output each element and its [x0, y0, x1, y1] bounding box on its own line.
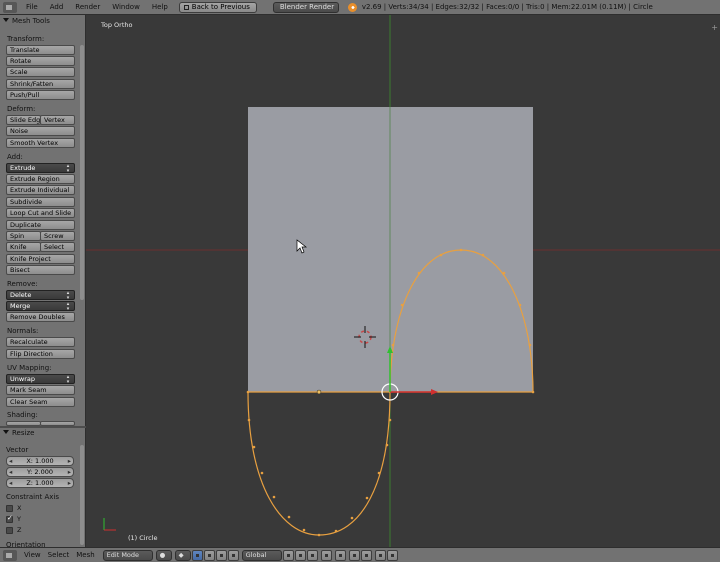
- constraint-y-label: Y: [17, 515, 21, 523]
- editor-type-3d-icon[interactable]: [3, 549, 17, 561]
- merge-menu[interactable]: Merge: [6, 301, 75, 311]
- shading-label: Shading:: [7, 411, 38, 419]
- menu-help[interactable]: Help: [149, 3, 171, 11]
- info-header: File Add Render Window Help Back to Prev…: [0, 0, 720, 15]
- menu-view[interactable]: View: [24, 551, 41, 559]
- shrink-fatten-button[interactable]: Shrink/Fatten: [6, 79, 75, 89]
- extrude-menu[interactable]: Extrude: [6, 163, 75, 173]
- menu-select[interactable]: Select: [48, 551, 70, 559]
- vector-y-field[interactable]: Y: 2.000: [6, 467, 74, 477]
- flip-direction-button[interactable]: Flip Direction: [6, 349, 75, 359]
- rotate-button[interactable]: Rotate: [6, 56, 75, 66]
- render-engine-select[interactable]: Blender Render: [272, 1, 339, 13]
- slide-vertex-button[interactable]: Vertex: [40, 115, 75, 125]
- 3d-viewport[interactable]: Top Ortho (1) Circle +: [86, 15, 720, 547]
- vector-z-field[interactable]: Z: 1.000: [6, 478, 74, 488]
- vertex-select-icon[interactable]: [282, 549, 294, 561]
- constraint-axis-label: Constraint Axis: [6, 493, 60, 501]
- remove-doubles-button[interactable]: Remove Doubles: [6, 312, 75, 322]
- tool-shelf-scrollbar[interactable]: [80, 45, 84, 300]
- view-name-label: Top Ortho: [101, 21, 133, 29]
- menu-add[interactable]: Add: [47, 3, 67, 11]
- resize-panel-header[interactable]: Resize: [3, 429, 34, 437]
- push-pull-button[interactable]: Push/Pull: [6, 90, 75, 100]
- viewport-canvas[interactable]: [86, 15, 720, 547]
- knife-project-button[interactable]: Knife Project: [6, 254, 75, 264]
- screw-button[interactable]: Screw: [40, 231, 75, 241]
- scale-manipulator-icon[interactable]: [227, 549, 239, 561]
- scale-button[interactable]: Scale: [6, 67, 75, 77]
- spin-button[interactable]: Spin: [6, 231, 41, 241]
- add-label: Add:: [7, 153, 23, 161]
- pivot-point-select[interactable]: ◆: [174, 549, 191, 561]
- normals-label: Normals:: [7, 327, 39, 335]
- panel-divider[interactable]: [0, 426, 86, 428]
- unwrap-menu[interactable]: Unwrap: [6, 374, 75, 384]
- vector-label: Vector: [6, 446, 29, 454]
- edge-select-icon[interactable]: [294, 549, 306, 561]
- menu-file[interactable]: File: [23, 3, 41, 11]
- proportional-edit-icon[interactable]: [334, 549, 346, 561]
- constraint-x-label: X: [17, 504, 22, 512]
- origin-dot: [316, 389, 322, 395]
- translate-button[interactable]: Translate: [6, 45, 75, 55]
- viewport-plus-icon[interactable]: +: [711, 23, 718, 32]
- subdivide-button[interactable]: Subdivide: [6, 197, 75, 207]
- tool-shelf: Mesh Tools Transform: Translate Rotate S…: [0, 15, 86, 549]
- snap-element-icon[interactable]: [360, 549, 372, 561]
- 3d-view-header: View Select Mesh Edit Mode ● ◆ Global: [0, 547, 720, 562]
- recalculate-button[interactable]: Recalculate: [6, 337, 75, 347]
- face-select-icon[interactable]: [306, 549, 318, 561]
- mark-seam-button[interactable]: Mark Seam: [6, 385, 75, 395]
- knife-select-button[interactable]: Select: [40, 242, 75, 252]
- blender-logo-icon: [347, 2, 357, 12]
- editor-type-icon[interactable]: [3, 1, 17, 13]
- limit-to-visible-icon[interactable]: [320, 549, 332, 561]
- back-to-previous-button[interactable]: Back to Previous: [178, 1, 257, 13]
- snap-toggle-icon[interactable]: [348, 549, 360, 561]
- slide-edge-button[interactable]: Slide Edge: [6, 115, 41, 125]
- constraint-z-checkbox[interactable]: [6, 527, 13, 534]
- delete-menu[interactable]: Delete: [6, 290, 75, 300]
- extrude-region-button[interactable]: Extrude Region: [6, 174, 75, 184]
- menu-render[interactable]: Render: [72, 3, 103, 11]
- translate-manipulator-icon[interactable]: [203, 549, 215, 561]
- extrude-individual-button[interactable]: Extrude Individual: [6, 185, 75, 195]
- opengl-render-anim-icon[interactable]: [386, 549, 398, 561]
- clear-seam-button[interactable]: Clear Seam: [6, 397, 75, 407]
- opengl-render-icon[interactable]: [374, 549, 386, 561]
- duplicate-button[interactable]: Duplicate: [6, 220, 75, 230]
- constraint-z-label: Z: [17, 526, 22, 534]
- mode-select[interactable]: Edit Mode: [102, 549, 153, 561]
- smooth-vertex-button[interactable]: Smooth Vertex: [6, 138, 75, 148]
- noise-button[interactable]: Noise: [6, 126, 75, 136]
- active-object-label: (1) Circle: [128, 534, 158, 542]
- transform-orientation-select[interactable]: Global: [241, 549, 282, 561]
- constraint-y-checkbox[interactable]: [6, 514, 13, 523]
- vector-x-field[interactable]: X: 1.000: [6, 456, 74, 466]
- manipulator-toggle-icon[interactable]: [191, 549, 203, 561]
- remove-label: Remove:: [7, 280, 38, 288]
- rotate-manipulator-icon[interactable]: [215, 549, 227, 561]
- transform-label: Transform:: [7, 35, 45, 43]
- bisect-button[interactable]: Bisect: [6, 265, 75, 275]
- viewport-shading-select[interactable]: ●: [155, 549, 172, 561]
- screen-back-icon: [183, 4, 189, 10]
- menu-mesh[interactable]: Mesh: [76, 551, 94, 559]
- view-axis-icon: [103, 518, 116, 531]
- knife-button[interactable]: Knife: [6, 242, 41, 252]
- loop-cut-button[interactable]: Loop Cut and Slide: [6, 208, 75, 218]
- constraint-x-checkbox[interactable]: [6, 505, 13, 512]
- menu-window[interactable]: Window: [109, 3, 143, 11]
- deform-label: Deform:: [7, 105, 36, 113]
- uv-mapping-label: UV Mapping:: [7, 364, 52, 372]
- lower-curve-edge: [247, 391, 391, 536]
- mesh-tools-panel-header[interactable]: Mesh Tools: [3, 17, 50, 25]
- back-to-previous-label: Back to Previous: [191, 3, 250, 11]
- operator-panel-scrollbar[interactable]: [80, 445, 84, 545]
- scene-statistics: v2.69 | Verts:34/34 | Edges:32/32 | Face…: [361, 3, 653, 11]
